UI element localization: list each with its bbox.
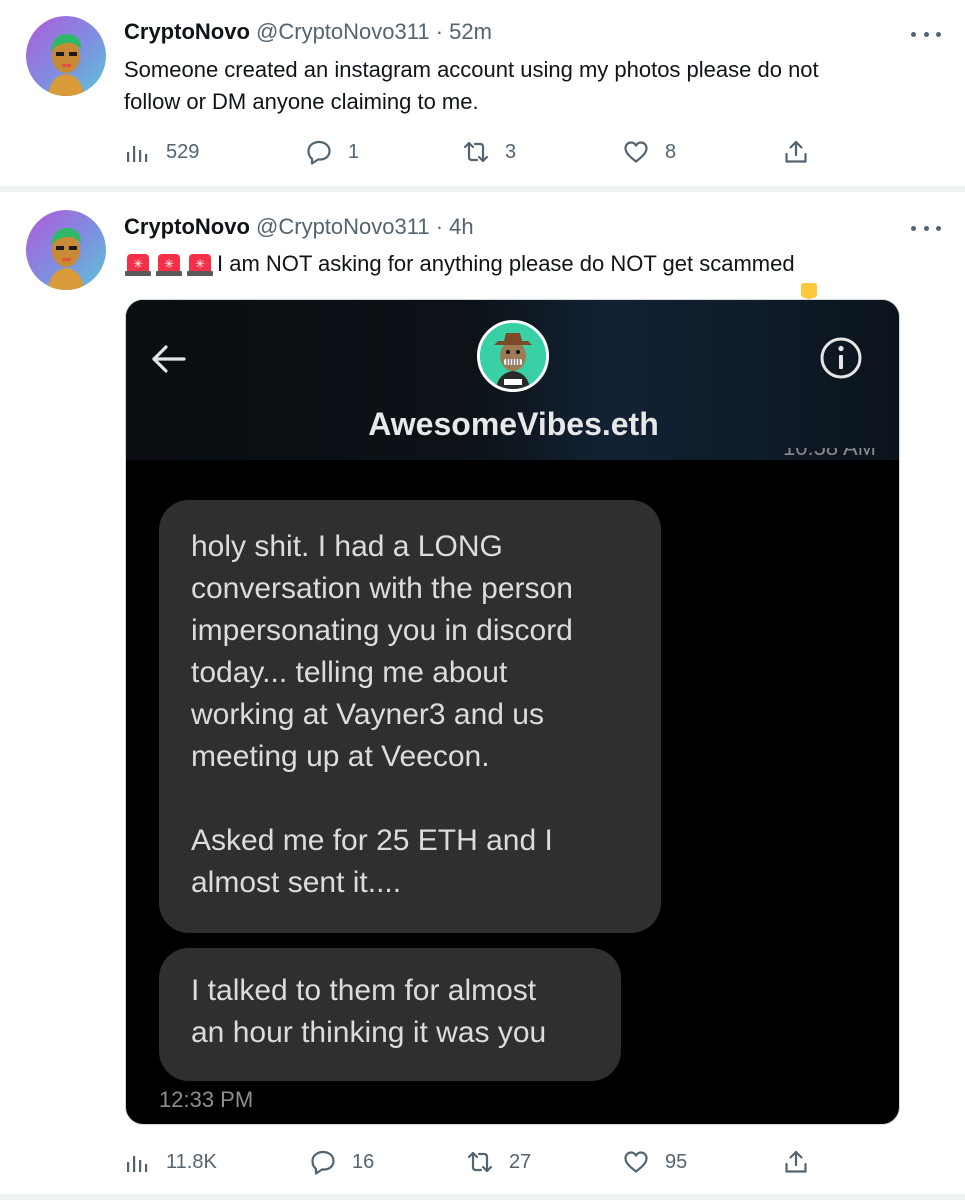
views-icon [127, 1156, 148, 1172]
like-button[interactable]: 95 [623, 1142, 687, 1182]
author-name[interactable]: CryptoNovo [124, 214, 250, 239]
heart-icon [624, 141, 648, 163]
tweet-actions: 529 1 3 8 [0, 132, 965, 172]
tweet-header: CryptoNovo @CryptoNovo311 · 52m [124, 17, 492, 47]
reply-icon [311, 1150, 335, 1175]
tweet-text: Someone created an instagram account usi… [124, 57, 819, 114]
share-button[interactable] [783, 1142, 809, 1182]
retweet-count: 3 [505, 140, 517, 163]
author-handle[interactable]: @CryptoNovo311 [256, 214, 430, 239]
info-icon [820, 337, 862, 379]
retweet-count: 27 [509, 1150, 532, 1173]
author-handle[interactable]: @CryptoNovo311 [256, 19, 430, 44]
author-name[interactable]: CryptoNovo [124, 19, 250, 44]
heart-icon [624, 1151, 648, 1173]
back-arrow-icon [152, 345, 186, 373]
bottom-divider [0, 1194, 965, 1200]
reply-button[interactable]: 1 [306, 132, 359, 172]
contact-name: AwesomeVibes.eth [368, 406, 659, 442]
author-avatar[interactable] [26, 210, 106, 290]
contact-avatar [477, 320, 549, 392]
reply-icon [307, 140, 331, 165]
message-bubble: holy shit. I had a LONG conversation wit… [159, 500, 661, 933]
rotating-light-emoji: ✳ [186, 250, 214, 278]
tweet-text: I am NOT asking for anything please do N… [217, 251, 795, 276]
views-button[interactable]: 529 [124, 132, 199, 172]
tweet-time[interactable]: 4h [449, 214, 473, 239]
tweet-time[interactable]: 52m [449, 19, 492, 44]
reply-count: 16 [352, 1150, 375, 1173]
reply-count: 1 [348, 140, 360, 163]
views-count: 11.8K [166, 1150, 217, 1173]
rotating-light-emoji: ✳ [124, 250, 152, 278]
retweet-button[interactable]: 27 [467, 1142, 531, 1182]
author-avatar[interactable] [26, 16, 106, 96]
views-button[interactable]: 11.8K [124, 1142, 217, 1182]
tweet-actions: 11.8K 16 27 95 [0, 1142, 965, 1182]
embedded-dm-screenshot[interactable]: AwesomeVibes.eth 10:58 AM holy shit. I h… [125, 299, 900, 1125]
message-timestamp: 12:33 PM [159, 1087, 254, 1112]
more-options-icon[interactable] [911, 218, 941, 238]
share-icon [785, 140, 807, 163]
like-count: 8 [665, 140, 677, 163]
pointing-down-emoji [797, 250, 821, 309]
more-options-icon[interactable] [911, 24, 941, 44]
share-button[interactable] [783, 132, 809, 172]
views-count: 529 [166, 140, 200, 163]
tweet-text-row: ✳ ✳ ✳ I am NOT asking for anything pleas… [124, 248, 924, 309]
like-button[interactable]: 8 [623, 132, 676, 172]
retweet-button[interactable]: 3 [463, 132, 516, 172]
retweet-icon [463, 141, 489, 163]
like-count: 95 [665, 1150, 688, 1173]
separator-dot: · [435, 19, 444, 44]
share-icon [785, 1150, 807, 1173]
rotating-light-emoji: ✳ [155, 250, 183, 278]
tweet-1[interactable]: CryptoNovo @CryptoNovo311 · 52m Someone … [0, 0, 965, 186]
partial-timestamp: 10:58 AM [736, 448, 876, 462]
views-icon [127, 146, 148, 162]
tweet-2[interactable]: CryptoNovo @CryptoNovo311 · 4h ✳ ✳ ✳ I a… [0, 192, 965, 1200]
separator-dot: · [435, 214, 444, 239]
retweet-icon [467, 1151, 493, 1173]
reply-button[interactable]: 16 [310, 1142, 374, 1182]
tweet-header: CryptoNovo @CryptoNovo311 · 4h [124, 212, 474, 242]
message-bubble: I talked to them for almost an hour thin… [159, 948, 621, 1081]
